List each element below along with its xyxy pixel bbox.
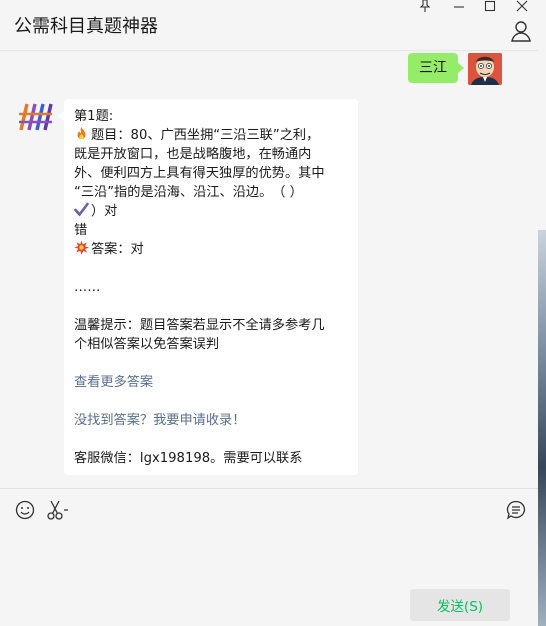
- question-label: 第1题:: [74, 109, 114, 124]
- more-answers-link[interactable]: 查看更多答案: [74, 373, 348, 392]
- person-icon[interactable]: [510, 20, 534, 42]
- minimize-icon[interactable]: [444, 0, 474, 15]
- chat-window: 公需科目真题神器 三江 第1题: 题目：80、广西坐拥“三沿三联”之利， 既是开…: [0, 0, 546, 626]
- chat-history-icon[interactable]: [505, 499, 527, 521]
- scissors-icon[interactable]: [46, 499, 68, 521]
- burst-icon: [74, 240, 90, 255]
- title-bar: 公需科目真题神器: [0, 0, 538, 51]
- incoming-bubble[interactable]: 第1题: 题目：80、广西坐拥“三沿三联”之利， 既是开放窗口，也是战略腹地，在…: [58, 99, 358, 475]
- bot-logo[interactable]: [18, 100, 54, 134]
- chat-area[interactable]: 三江 第1题: 题目：80、广西坐拥“三沿三联”之利， 既是开放窗口，也是战略腹…: [0, 51, 538, 488]
- check-mark-icon: [74, 202, 89, 217]
- option-true: ）对: [74, 202, 348, 221]
- tip-text-2: 个相似答案以免答案误判: [74, 337, 220, 352]
- tip-text-1: 温馨提示：题目答案若显示不全请多参考几: [74, 318, 325, 333]
- emoji-icon[interactable]: [14, 499, 36, 521]
- fire-icon: [74, 126, 89, 141]
- answer-text: 答案：对: [91, 242, 144, 257]
- question-text-4: “三沿”指的是沿海、沿江、沿边。 （ ）: [74, 185, 303, 200]
- window-title: 公需科目真题神器: [14, 16, 158, 37]
- question-line: 题目：80、广西坐拥“三沿三联”之利，: [74, 126, 348, 145]
- question-text-2: 既是开放窗口，也是战略腹地，在畅通内: [74, 147, 312, 162]
- option-true-text: ）对: [91, 204, 118, 219]
- ellipsis-text: ……: [74, 280, 101, 295]
- maximize-icon[interactable]: [475, 0, 505, 15]
- outgoing-bubble[interactable]: 三江: [408, 53, 464, 83]
- send-button[interactable]: 发送(S): [410, 589, 510, 621]
- outgoing-message: 三江: [408, 53, 502, 85]
- question-text-3: 外、便利四方上具有得天独厚的优势。其中: [74, 166, 325, 181]
- contact-text: 客服微信：lgx198198。需要可以联系: [74, 451, 303, 466]
- pin-icon[interactable]: [410, 0, 440, 15]
- option-false: 错: [74, 223, 88, 238]
- cartoon-avatar[interactable]: [468, 53, 502, 85]
- desktop-background-strip: [538, 230, 546, 626]
- request-inclusion-link[interactable]: 没找到答案？我要申请收录！: [74, 411, 348, 430]
- answer-line: 答案：对: [74, 240, 348, 259]
- question-text-1: 题目：80、广西坐拥“三沿三联”之利，: [91, 128, 320, 143]
- message-input-area[interactable]: 发送(S): [0, 488, 538, 626]
- close-icon[interactable]: [507, 0, 537, 15]
